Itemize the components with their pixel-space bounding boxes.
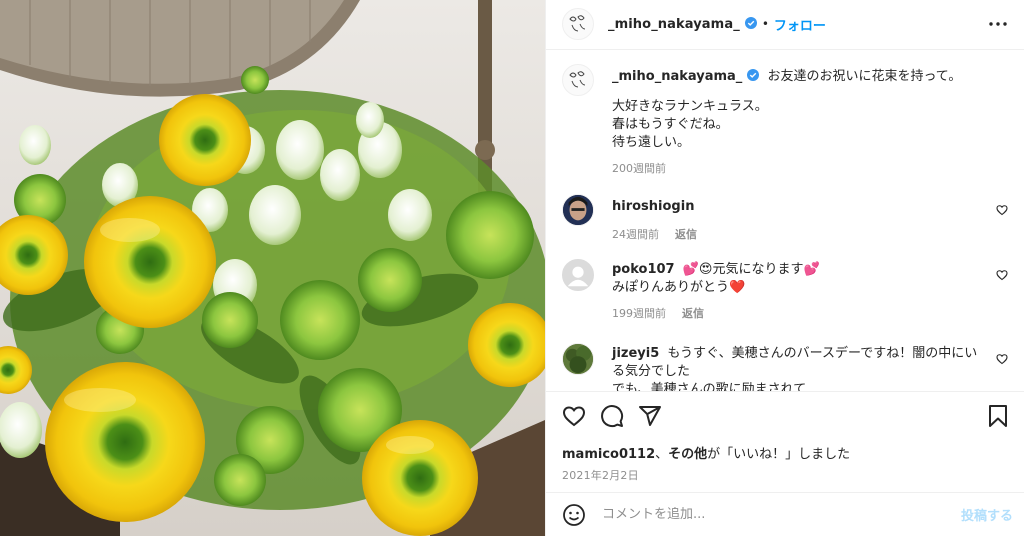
default-avatar-icon (563, 259, 593, 290)
caption: _miho_nakayama_ お友達のお祝いに花束を持って。 大好きなラナンキ… (562, 63, 1008, 194)
comment-item: jizeyi5 もうすぐ、美穂さんのバースデーですね！闇の中にい る気分でした … (562, 342, 1008, 391)
avatar-sketch-icon (569, 71, 586, 88)
likes-summary: mamico0112、その他が「いいね！」しました (562, 443, 1010, 462)
follow-button[interactable]: フォロー (774, 15, 826, 34)
author-username-text[interactable]: _miho_nakayama_ (608, 17, 740, 32)
comment-username[interactable]: hiroshiogin (612, 199, 694, 214)
avatar-photo-icon (563, 343, 593, 374)
comment-avatar[interactable] (562, 342, 594, 375)
heart-icon[interactable] (996, 353, 1008, 365)
post-dialog: _miho_nakayama_ • フォロー _miho_nakayama_ お… (0, 0, 1024, 536)
comment-username[interactable]: poko107 (612, 262, 675, 277)
avatar-sketch-icon (569, 15, 586, 32)
caption-avatar[interactable] (562, 63, 594, 96)
comment-body-line-2: る気分でした (612, 363, 691, 379)
caption-text: _miho_nakayama_ お友達のお祝いに花束を持って。 大好きなラナンキ… (612, 64, 1008, 194)
action-icons (562, 402, 1010, 430)
comment-meta: 199週間前 返信 (612, 305, 986, 323)
share-icon (639, 406, 661, 427)
emoji-icon (563, 503, 585, 526)
bookmark-button[interactable] (986, 404, 1010, 428)
comment-body-line-3: でも、美穂さんの歌に励まされて (612, 381, 807, 392)
comment-text: jizeyi5 もうすぐ、美穂さんのバースデーですね！闇の中にい る気分でした … (612, 343, 1008, 391)
author-username[interactable]: _miho_nakayama_ (608, 16, 757, 32)
likes-separator: 、 (655, 447, 669, 463)
heart-icon (562, 406, 586, 427)
comment-username[interactable]: jizeyi5 (612, 346, 659, 361)
emoji-button[interactable] (562, 503, 586, 527)
post-header: _miho_nakayama_ • フォロー (546, 0, 1024, 50)
caption-line-1: お友達のお祝いに花束を持って。 (767, 68, 962, 84)
header-separator-dot: • (761, 17, 769, 32)
comment-item: poko107 💕😍元気になります💕 みぽりんありがとう❤️ 199週間前 返信 (562, 258, 1008, 343)
flower-bouquet-image (0, 0, 545, 536)
comment-body: 💕😍元気になります💕 (682, 261, 820, 277)
post-comment-button[interactable]: 投稿する (961, 505, 1013, 524)
comment-body-line-2: みぽりんありがとう❤️ (612, 279, 746, 295)
comment-text: poko107 💕😍元気になります💕 みぽりんありがとう❤️ 199週間前 返信 (612, 259, 1008, 343)
reply-button[interactable]: 返信 (682, 305, 704, 323)
bookmark-icon (989, 405, 1007, 428)
more-options-button[interactable] (986, 12, 1010, 36)
liker-username[interactable]: mamico0112 (562, 447, 655, 462)
comment-button[interactable] (600, 404, 624, 428)
like-button[interactable] (562, 404, 586, 428)
comment-body: もうすぐ、美穂さんのバースデーですね！闇の中にい (667, 345, 978, 361)
comment-avatar[interactable] (562, 258, 594, 291)
likes-others-link[interactable]: その他 (668, 447, 707, 462)
comment-meta: 24週間前 返信 (612, 226, 986, 244)
caption-username[interactable]: _miho_nakayama_ (612, 69, 742, 84)
heart-icon[interactable] (996, 269, 1008, 281)
heart-icon[interactable] (996, 204, 1008, 216)
add-comment-bar: 投稿する (546, 492, 1024, 536)
post-photo[interactable] (0, 0, 545, 536)
comment-input[interactable] (602, 507, 961, 522)
caption-line-4: 待ち遠しい。 (612, 134, 691, 150)
comment-time[interactable]: 199週間前 (612, 305, 666, 323)
likes-suffix: が「いいね！」しました (707, 447, 851, 463)
comment-item: hiroshiogin 24週間前 返信 (562, 193, 1008, 254)
comment-icon (601, 405, 624, 428)
more-icon (989, 22, 1007, 27)
caption-line-3: 春はもうすぐだね。 (612, 116, 729, 132)
comments-list[interactable]: _miho_nakayama_ お友達のお祝いに花束を持って。 大好きなラナンキ… (546, 50, 1024, 391)
caption-meta: 200週間前 (612, 160, 986, 178)
reply-button[interactable]: 返信 (675, 226, 697, 244)
comment-avatar[interactable] (562, 193, 594, 226)
avatar-photo-icon (563, 194, 593, 225)
post-date[interactable]: 2021年2月2日 (562, 467, 1010, 483)
verified-icon (744, 16, 757, 29)
verified-icon (747, 68, 760, 81)
caption-time[interactable]: 200週間前 (612, 160, 666, 178)
comment-time[interactable]: 24週間前 (612, 226, 659, 244)
post-side-panel: _miho_nakayama_ • フォロー _miho_nakayama_ お… (545, 0, 1024, 536)
comment-text: hiroshiogin 24週間前 返信 (612, 194, 1008, 254)
author-avatar[interactable] (562, 8, 594, 41)
caption-line-2: 大好きなラナンキュラス。 (612, 98, 768, 114)
share-button[interactable] (638, 404, 662, 428)
